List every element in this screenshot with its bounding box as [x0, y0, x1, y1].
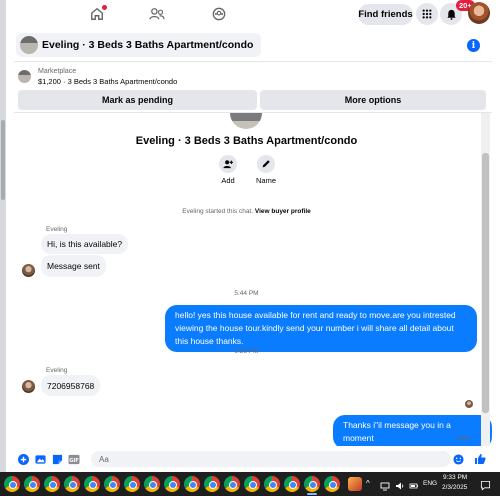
image-icon[interactable]: [34, 453, 46, 465]
listing-profile-image: [230, 113, 262, 129]
language-indicator[interactable]: ENG: [423, 480, 437, 487]
taskbar-chrome-icon[interactable]: [84, 476, 100, 492]
taskbar-chrome-icon[interactable]: [104, 476, 120, 492]
chat-started-notice: Eveling started this chat. View buyer pr…: [14, 208, 479, 215]
taskbar-chrome-icon[interactable]: [204, 476, 220, 492]
incoming-message: 7206958768: [41, 375, 101, 396]
speaker-icon[interactable]: [395, 478, 405, 496]
add-label: Add: [221, 176, 235, 185]
chat-started-text: Eveling started this chat.: [182, 208, 254, 215]
active-app-indicator: [307, 493, 317, 495]
sticker-icon[interactable]: [51, 453, 63, 465]
notification-center-icon[interactable]: [480, 478, 491, 496]
like-icon[interactable]: [474, 453, 486, 465]
taskbar-chrome-icon[interactable]: [304, 476, 320, 492]
marketplace-listing[interactable]: $1,200 · 3 Beds 3 Baths Apartment/condo: [38, 77, 177, 86]
menu-grid-icon[interactable]: [416, 3, 438, 25]
windows-taskbar: ^ ENG 9:33 PM 2/3/2025: [0, 472, 500, 496]
name-label: Name: [255, 176, 276, 185]
incoming-message: Hi, is this available?: [41, 234, 129, 254]
taskbar-chrome-icon[interactable]: [24, 476, 40, 492]
groups-icon[interactable]: [208, 4, 230, 24]
sender-avatar[interactable]: [22, 264, 35, 277]
network-icon[interactable]: [380, 478, 390, 496]
taskbar-chrome-icon[interactable]: [4, 476, 20, 492]
taskbar-chrome-icon[interactable]: [264, 476, 280, 492]
taskbar-chrome-icon[interactable]: [124, 476, 140, 492]
left-scroll-thumb[interactable]: [1, 120, 5, 200]
find-friends-button[interactable]: Find friends: [358, 4, 413, 25]
tray-app-icon[interactable]: [348, 477, 362, 491]
taskbar-chrome-icon[interactable]: [44, 476, 60, 492]
chat-scroll-thumb[interactable]: [482, 153, 489, 413]
marketplace-bar: Marketplace $1,200 · 3 Beds 3 Baths Apar…: [14, 63, 492, 113]
view-buyer-profile-link[interactable]: View buyer profile: [255, 208, 311, 215]
add-person-icon: [219, 155, 237, 173]
taskbar-chrome-icon[interactable]: [224, 476, 240, 492]
taskbar-chrome-icon[interactable]: [324, 476, 340, 492]
clock-time[interactable]: 9:33 PM: [443, 474, 467, 481]
sent-status: Sent: [457, 435, 471, 442]
left-scroll-strip[interactable]: [0, 0, 6, 496]
chat-header: Eveling · 3 Beds 3 Baths Apartment/condo…: [14, 29, 492, 62]
chat-title: Eveling · 3 Beds 3 Baths Apartment/condo: [42, 39, 254, 51]
sender-name: Eveling: [46, 367, 68, 374]
taskbar-chrome-icon[interactable]: [284, 476, 300, 492]
battery-icon[interactable]: [409, 478, 419, 496]
marketplace-listing-thumbnail: [18, 70, 31, 83]
svg-text:GIF: GIF: [69, 457, 79, 463]
timestamp: 5:44 PM: [234, 290, 259, 297]
pencil-icon: [257, 155, 275, 173]
plus-circle-icon[interactable]: [17, 453, 29, 465]
incoming-message: Message sent: [41, 255, 106, 277]
info-icon[interactable]: i: [467, 39, 480, 52]
gif-icon[interactable]: GIF: [68, 453, 80, 465]
message-composer: GIF Aa: [14, 446, 492, 472]
chat-title-pill[interactable]: Eveling · 3 Beds 3 Baths Apartment/condo: [16, 33, 262, 57]
add-action[interactable]: Add: [208, 155, 248, 185]
seen-avatar: [465, 400, 473, 408]
taskbar-chrome-icon[interactable]: [144, 476, 160, 492]
marketplace-label: Marketplace: [38, 68, 77, 75]
emoji-icon[interactable]: [452, 453, 464, 465]
taskbar-chrome-icon[interactable]: [164, 476, 180, 492]
friends-icon[interactable]: [146, 4, 168, 24]
home-notification-dot: [102, 5, 107, 10]
taskbar-chrome-icon[interactable]: [184, 476, 200, 492]
mark-as-pending-button[interactable]: Mark as pending: [18, 90, 257, 110]
chevron-up-icon[interactable]: ^: [366, 479, 370, 488]
listing-thumbnail: [20, 36, 38, 54]
name-action[interactable]: Name: [246, 155, 286, 185]
taskbar-chrome-icon[interactable]: [244, 476, 260, 492]
sender-name: Eveling: [46, 226, 68, 233]
top-nav-bar: Find friends 20+: [6, 0, 500, 28]
message-input[interactable]: Aa: [91, 451, 451, 467]
outgoing-message: hello! yes this house available for rent…: [165, 305, 477, 352]
clock-date[interactable]: 2/3/2025: [442, 484, 467, 491]
listing-title: Eveling · 3 Beds 3 Baths Apartment/condo: [135, 135, 358, 147]
chat-messages: Eveling · 3 Beds 3 Baths Apartment/condo…: [14, 113, 492, 446]
chat-scrollbar[interactable]: [481, 113, 490, 446]
timestamp: 9:26 PM: [234, 348, 259, 355]
taskbar-chrome-icon[interactable]: [64, 476, 80, 492]
profile-avatar[interactable]: [468, 2, 490, 24]
more-options-button[interactable]: More options: [260, 90, 486, 110]
sender-avatar[interactable]: [22, 380, 35, 393]
